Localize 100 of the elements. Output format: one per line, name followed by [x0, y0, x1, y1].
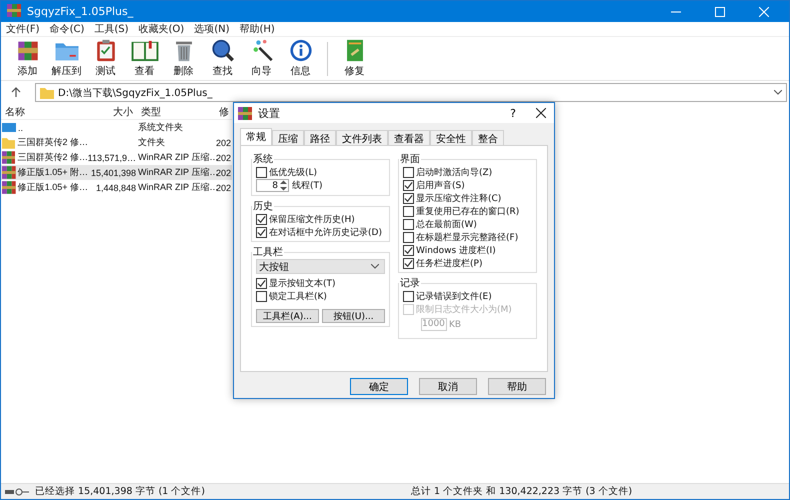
file-size: 15,401,398 [90, 168, 136, 178]
up-arrow-icon[interactable] [11, 87, 21, 98]
checkbox-label: 在标题栏显示完整路径(F) [416, 232, 518, 244]
checkbox[interactable] [256, 290, 267, 302]
group-title: 工具栏 [252, 246, 284, 259]
spin-field[interactable]: 8 [256, 179, 289, 192]
dialog-button[interactable]: 工具栏(A)... [256, 309, 319, 323]
checkbox-label: Windows 进度栏(I) [416, 244, 496, 256]
file-date: 202 [216, 138, 232, 148]
tab[interactable]: 压缩 [272, 130, 304, 145]
checkbox-label: 启动时激活向导(Z) [416, 166, 492, 178]
file-name: 三国群英传2 修… [17, 151, 88, 164]
tab[interactable]: 文件列表 [336, 130, 388, 145]
file-row[interactable]: 三国群英传2 修… 文件夹 202 [1, 135, 232, 150]
dialog-title: 设置 [258, 106, 280, 120]
column-header[interactable]: 名称 [1, 104, 89, 118]
group-title: 界面 [399, 153, 421, 166]
checkbox-label: 任务栏进度栏(P) [416, 258, 482, 270]
group-title: 记录 [399, 277, 421, 290]
checkbox[interactable] [403, 166, 414, 178]
dialog-button[interactable]: 取消 [419, 378, 477, 395]
file-name: 修正版1.05+ 修… [18, 181, 88, 194]
file-row[interactable]: 修正版1.05+ 修… 1,448,848 WinRAR ZIP 压缩…202 [1, 180, 232, 195]
checkbox[interactable] [256, 214, 267, 224]
toolbar-button[interactable]: 查看 [126, 39, 163, 80]
tab[interactable]: 路径 [304, 130, 336, 145]
file-type: 文件夹 [138, 136, 165, 149]
file-row[interactable]: 修正版1.05+ 附… 15,401,398 WinRAR ZIP 压缩…202 [1, 165, 232, 180]
checkbox[interactable] [403, 244, 414, 256]
file-row[interactable]: .. 系统文件夹 [1, 120, 232, 135]
menu-item[interactable]: 选项(N) [194, 22, 230, 36]
maximize-icon[interactable] [715, 6, 725, 16]
toolbar-button[interactable]: 添加 [9, 39, 46, 80]
toolbar-button[interactable]: 查找 [204, 39, 241, 80]
checkbox[interactable] [256, 278, 267, 288]
tab[interactable]: 常规 [240, 128, 272, 145]
archive-icon [2, 151, 16, 164]
archive-icon [2, 166, 16, 179]
address-field[interactable]: D:\微当下载\SgqyzFix_1.05Plus_ [35, 83, 787, 102]
book-icon [130, 39, 160, 62]
checkbox[interactable] [403, 180, 414, 190]
checkbox-label: 低优先级(L) [269, 166, 318, 178]
dropdown[interactable]: 大按钮 [256, 259, 385, 274]
file-date: 202 [216, 168, 232, 178]
file-row[interactable]: 三国群英传2 修…113,571,9… WinRAR ZIP 压缩…202 [1, 150, 232, 165]
chevron-down-icon [774, 90, 782, 95]
checkbox[interactable] [403, 232, 414, 242]
file-date: 202 [216, 182, 232, 192]
file-name: 三国群英传2 修… [17, 136, 88, 149]
tab[interactable]: 安全性 [430, 130, 472, 145]
menu-item[interactable]: 文件(F) [6, 22, 40, 36]
unit-label: KB [449, 320, 462, 330]
toolbar-button[interactable]: 信息 [282, 39, 319, 80]
toolbar-button[interactable]: 删除 [165, 39, 202, 80]
monitor-icon [2, 122, 16, 134]
close-icon[interactable] [536, 108, 546, 118]
menu-item[interactable]: 工具(S) [94, 22, 129, 36]
drive-key-icon [5, 488, 29, 496]
menu-item[interactable]: 收藏夹(O) [138, 22, 184, 36]
chevron-down-icon [371, 264, 379, 269]
spin-label: 线程(T) [292, 180, 323, 192]
checkbox[interactable] [256, 166, 267, 178]
toolbar-button[interactable]: 向导 [243, 39, 280, 80]
column-header[interactable]: 类型 [137, 104, 215, 118]
tab[interactable]: 整合 [472, 130, 504, 145]
file-date: 202 [216, 152, 232, 162]
file-name: 修正版1.05+ 附… [18, 166, 88, 179]
checkbox[interactable] [403, 258, 414, 268]
checkbox-label: 总在最前面(W) [416, 218, 477, 230]
menu-item[interactable]: 帮助(H) [240, 22, 275, 36]
toolbar-button[interactable]: 修复 [336, 39, 373, 80]
toolbar-button[interactable]: 测试 [87, 39, 124, 80]
dialog-button[interactable]: 确定 [350, 378, 408, 395]
checkbox[interactable] [256, 226, 267, 238]
checkbox[interactable] [403, 206, 414, 216]
status-text: 总计 1 个文件夹 和 130,422,223 字节 (3 个文件) [411, 485, 632, 498]
file-name: .. [18, 122, 24, 132]
dialog-button[interactable]: 帮助 [488, 378, 546, 395]
archive-icon [238, 106, 252, 120]
dialog-button[interactable]: 按钮(U)... [322, 309, 385, 323]
book-icon [344, 39, 364, 62]
checkbox-label: 保留压缩文件历史(H) [269, 214, 355, 226]
menu-item[interactable]: 命令(C) [50, 22, 84, 36]
checkbox-label: 启用声音(S) [416, 180, 465, 192]
checkbox[interactable] [403, 192, 414, 204]
column-header[interactable]: 大小 [89, 104, 137, 118]
group-title: 历史 [252, 200, 274, 213]
checkbox-label: 限制日志文件大小为(M) [416, 304, 512, 316]
group-title: 系统 [252, 152, 274, 166]
checkbox[interactable] [403, 218, 414, 230]
help-button[interactable]: ? [510, 106, 516, 120]
search-icon [210, 39, 236, 62]
toolbar-button[interactable]: 解压到 [48, 39, 85, 80]
archive-icon [2, 181, 16, 194]
folder-icon [2, 136, 16, 148]
checkbox-label: 重复使用已存在的窗口(R) [416, 206, 520, 218]
checkbox-label: 在对话框中允许历史记录(D) [269, 226, 382, 238]
window-title: SgqyzFix_1.05Plus_ [27, 5, 134, 18]
tab[interactable]: 查看器 [388, 130, 430, 145]
column-header[interactable]: 修 [215, 104, 232, 118]
